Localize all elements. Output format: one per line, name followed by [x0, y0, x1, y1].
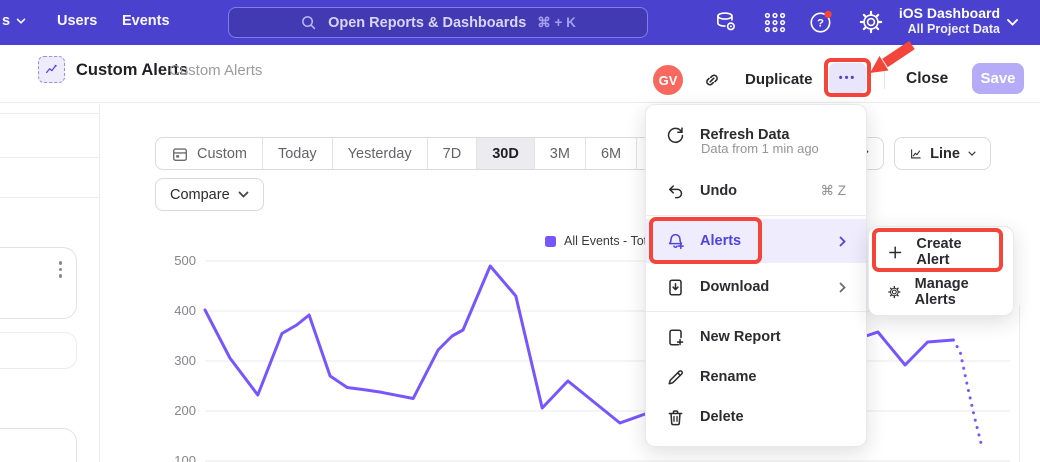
- report-type-icon: [38, 56, 65, 83]
- project-subtitle: All Project Data: [899, 22, 1000, 37]
- menu-item-label: Undo: [700, 183, 806, 199]
- search-shortcut: ⌘ + K: [537, 15, 576, 31]
- bell-plus-icon: [666, 232, 685, 251]
- menu-item-delete[interactable]: Delete: [646, 397, 866, 437]
- undo-shortcut: ⌘ Z: [821, 183, 847, 199]
- svg-text:?: ?: [817, 18, 824, 30]
- menu-item-download[interactable]: Download: [646, 267, 866, 307]
- chart-type-label: Line: [930, 146, 960, 162]
- pencil-icon: [666, 368, 685, 387]
- chart-card-border: [1019, 305, 1020, 462]
- date-range-custom[interactable]: Custom: [156, 138, 262, 169]
- nav-item-boards-partial[interactable]: s: [2, 13, 26, 29]
- avatar[interactable]: GV: [653, 65, 683, 95]
- compare-label: Compare: [170, 187, 230, 203]
- data-management-icon[interactable]: [713, 9, 739, 35]
- menu-item-label: Alerts: [700, 233, 824, 249]
- header-divider: [884, 67, 885, 89]
- submenu-item-label: Create Alert: [916, 236, 995, 268]
- project-title: iOS Dashboard: [899, 5, 1000, 22]
- more-options-menu: Refresh Data Data from 1 min ago Undo ⌘ …: [645, 104, 867, 447]
- menu-item-undo[interactable]: Undo ⌘ Z: [646, 171, 866, 211]
- menu-divider: [646, 311, 866, 312]
- chevron-down-icon: [16, 18, 26, 25]
- menu-divider: [646, 215, 866, 216]
- share-link-icon[interactable]: [702, 70, 722, 90]
- duplicate-button[interactable]: Duplicate: [745, 71, 813, 88]
- sidebar-card[interactable]: [0, 247, 77, 319]
- menu-item-alerts[interactable]: Alerts: [646, 219, 866, 263]
- date-range-30d[interactable]: 30D: [476, 138, 534, 169]
- menu-item-label: Rename: [700, 369, 846, 385]
- gear-icon: [887, 283, 902, 301]
- sidebar-card[interactable]: [0, 332, 77, 369]
- menu-item-new-report[interactable]: New Report: [646, 317, 866, 357]
- report-header: Custom Alerts Custom Alerts GV Duplicate…: [0, 45, 1040, 103]
- download-icon: [666, 278, 685, 297]
- kebab-menu-icon[interactable]: [59, 261, 63, 278]
- sidebar-border: [99, 104, 100, 462]
- refresh-data-age: Data from 1 min ago: [701, 141, 819, 156]
- submenu-item-label: Manage Alerts: [915, 276, 995, 308]
- date-range-today[interactable]: Today: [262, 138, 332, 169]
- chevron-right-icon: [839, 282, 846, 293]
- chevron-down-icon: [1006, 18, 1019, 27]
- chart-legend[interactable]: All Events - Total: [545, 234, 657, 248]
- new-report-icon: [666, 328, 685, 347]
- global-search-input[interactable]: Open Reports & Dashboards ⌘ + K: [228, 7, 648, 38]
- date-range-3m[interactable]: 3M: [534, 138, 585, 169]
- menu-item-rename[interactable]: Rename: [646, 357, 866, 397]
- compare-button[interactable]: Compare: [155, 178, 264, 211]
- top-nav: s Users Events Open Reports & Dashboards…: [0, 0, 1040, 45]
- search-icon: [300, 14, 317, 31]
- help-icon[interactable]: ?: [808, 9, 834, 35]
- chevron-right-icon: [839, 236, 846, 247]
- plus-icon: [887, 244, 903, 261]
- more-options-button[interactable]: •••: [829, 63, 866, 93]
- menu-item-label: Download: [700, 279, 824, 295]
- refresh-icon: [666, 126, 685, 145]
- settings-gear-icon[interactable]: [858, 9, 884, 35]
- sidebar-card[interactable]: [0, 428, 77, 462]
- save-button[interactable]: Save: [972, 63, 1024, 94]
- chevron-down-icon: [968, 150, 976, 158]
- date-range-6m[interactable]: 6M: [585, 138, 636, 169]
- chevron-down-icon: [238, 191, 249, 199]
- sidebar-divider: [0, 157, 99, 158]
- trash-icon: [666, 408, 685, 427]
- date-range-7d[interactable]: 7D: [427, 138, 477, 169]
- submenu-item-manage-alerts[interactable]: Manage Alerts: [869, 272, 1013, 312]
- line-chart-icon: [909, 145, 922, 163]
- legend-label: All Events - Total: [564, 234, 657, 248]
- date-range-yesterday[interactable]: Yesterday: [332, 138, 427, 169]
- submenu-item-create-alert[interactable]: Create Alert: [869, 232, 1013, 272]
- close-button[interactable]: Close: [906, 70, 948, 88]
- search-placeholder: Open Reports & Dashboards: [328, 15, 526, 31]
- nav-item-users[interactable]: Users: [57, 13, 97, 29]
- date-range-segmented-control: Custom Today Yesterday 7D 30D 3M 6M 12M: [155, 137, 696, 170]
- sidebar-divider: [0, 197, 99, 198]
- sidebar-divider: [0, 113, 99, 114]
- project-selector[interactable]: iOS Dashboard All Project Data: [899, 5, 1000, 37]
- date-range-label: Custom: [197, 146, 247, 162]
- undo-icon: [666, 182, 685, 201]
- apps-grid-icon[interactable]: [762, 9, 788, 35]
- chart-type-button[interactable]: Line: [894, 137, 991, 170]
- breadcrumb: Custom Alerts: [169, 62, 262, 79]
- calendar-icon: [171, 145, 189, 163]
- menu-item-label: New Report: [700, 329, 846, 345]
- alerts-submenu: Create Alert Manage Alerts: [868, 226, 1014, 316]
- legend-swatch: [545, 236, 556, 247]
- nav-item-events[interactable]: Events: [122, 13, 170, 29]
- menu-item-label: Delete: [700, 409, 846, 425]
